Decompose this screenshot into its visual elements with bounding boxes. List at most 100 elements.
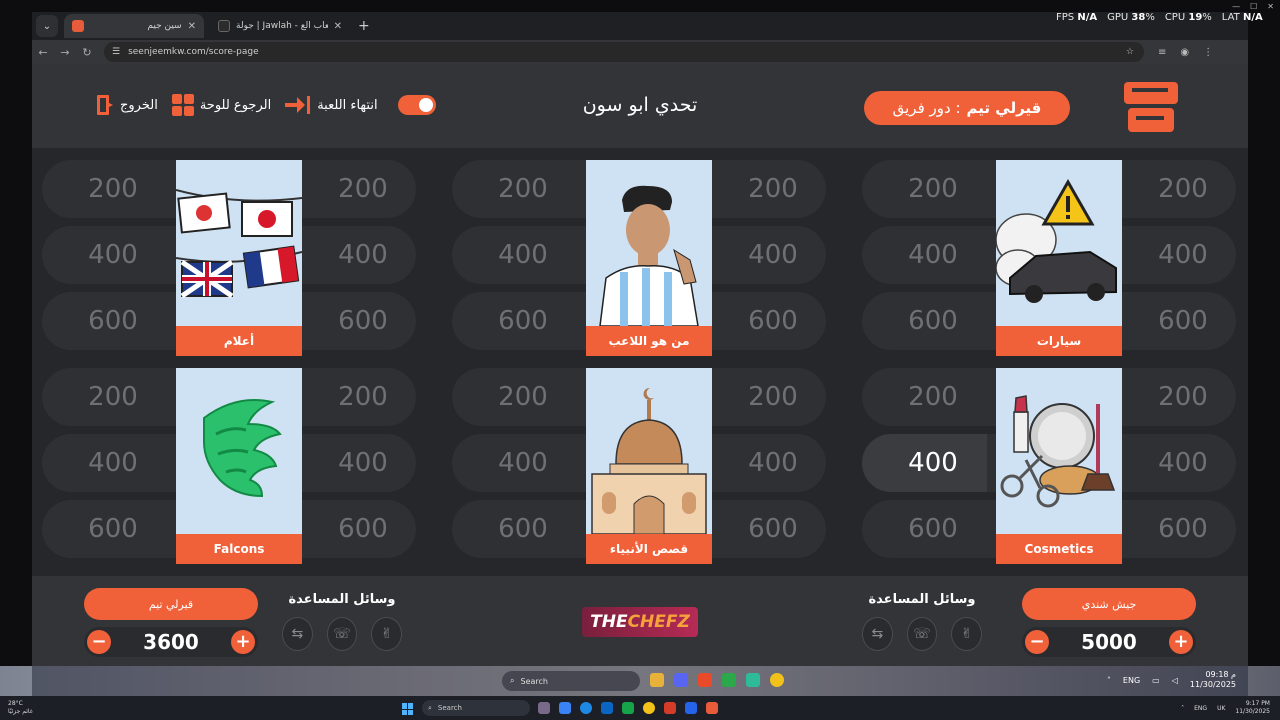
app-icon[interactable] (664, 702, 676, 714)
close-window-icon[interactable]: ✕ (1267, 2, 1274, 11)
reload-icon[interactable]: ↻ (76, 46, 98, 59)
points-200-right[interactable]: 200 (318, 160, 408, 218)
points-400-left[interactable]: 400 (478, 434, 568, 492)
timer-toggle[interactable] (397, 95, 436, 115)
two-answers-aid-icon[interactable]: ✌ (951, 617, 983, 651)
points-400-right[interactable]: 400 (318, 434, 408, 492)
points-600-right[interactable]: 600 (1138, 292, 1228, 350)
tab-search-chevron-icon[interactable]: ⌄ (36, 15, 58, 37)
windows-start-icon[interactable] (402, 703, 414, 715)
site-info-icon[interactable]: ☰ (112, 47, 120, 57)
back-arrow-icon[interactable]: ← (32, 46, 54, 59)
transfer-aid-icon[interactable]: ⇆ (862, 617, 893, 651)
exit-button[interactable]: الخروج (96, 94, 158, 116)
points-600-right[interactable]: 600 (318, 500, 408, 558)
points-200-left[interactable]: 200 (478, 160, 568, 218)
forward-arrow-icon[interactable]: → (54, 46, 76, 59)
inner-lang[interactable]: ENG (1123, 676, 1140, 685)
points-200-left[interactable]: 200 (68, 160, 158, 218)
team-left-plus-button[interactable]: + (230, 630, 255, 654)
xbox-app-icon[interactable] (622, 702, 634, 714)
back-to-board-button[interactable]: الرجوع للوحة (171, 94, 271, 116)
taskbar-lang[interactable]: ENG (1194, 705, 1207, 712)
volume-icon[interactable]: ◁ (1172, 676, 1178, 685)
tab-close-icon[interactable]: ✕ (188, 21, 196, 32)
new-tab-icon[interactable]: + (358, 18, 370, 34)
points-400-right[interactable]: 400 (728, 434, 818, 492)
points-200-left[interactable]: 200 (68, 368, 158, 426)
points-600-left[interactable]: 600 (888, 292, 978, 350)
address-bar[interactable]: ☰ seenjeemkw.com/score-page ☆ (104, 42, 1144, 62)
points-600-left[interactable]: 600 (68, 500, 158, 558)
points-600-right[interactable]: 600 (318, 292, 408, 350)
phone-aid-icon[interactable]: ☏ (326, 617, 358, 651)
brave-app-icon[interactable] (698, 673, 712, 687)
points-600-right[interactable]: 600 (1138, 500, 1228, 558)
category-card[interactable]: من هو اللاعب (586, 160, 712, 356)
points-600-right[interactable]: 600 (728, 292, 818, 350)
team-right-minus-button[interactable]: − (1025, 630, 1049, 654)
points-400-left[interactable]: 400 (68, 226, 158, 284)
chrome-app-icon[interactable] (770, 673, 784, 687)
category-card[interactable]: سيارات (996, 160, 1122, 356)
team-right-plus-button[interactable]: + (1168, 630, 1193, 654)
points-200-left[interactable]: 200 (478, 368, 568, 426)
points-400-left[interactable]: 400 (478, 226, 568, 284)
category-card[interactable]: أعلام (176, 160, 302, 356)
taskbar-clock[interactable]: 9:17 PM 11/30/2025 (1235, 700, 1270, 716)
points-600-left[interactable]: 600 (478, 292, 568, 350)
discord-app-icon[interactable] (674, 673, 688, 687)
app-icon[interactable] (685, 702, 697, 714)
points-200-right[interactable]: 200 (728, 160, 818, 218)
network-icon[interactable]: ▭ (1152, 676, 1160, 685)
widget-app-icon[interactable] (538, 702, 550, 714)
end-game-button[interactable]: انتهاء اللعبة (285, 95, 378, 115)
points-600-left[interactable]: 600 (888, 500, 978, 558)
category-card[interactable]: قصص الأنبياء (586, 368, 712, 564)
points-200-right[interactable]: 200 (318, 368, 408, 426)
explorer-app-icon[interactable] (559, 702, 571, 714)
outlook-app-icon[interactable] (601, 702, 613, 714)
points-600-left[interactable]: 600 (478, 500, 568, 558)
points-400-left[interactable]: 400 (68, 434, 158, 492)
weather-widget[interactable]: 28°C غائم جزئيًا (8, 700, 33, 716)
xbox-app-icon[interactable] (722, 673, 736, 687)
points-200-right[interactable]: 200 (1138, 368, 1228, 426)
edge-app-icon[interactable] (580, 702, 592, 714)
chevron-up-icon[interactable]: ˄ (1107, 676, 1111, 685)
points-200-left[interactable]: 200 (888, 368, 978, 426)
points-400-left[interactable]: 400 (888, 226, 978, 284)
browser-tab-active[interactable]: سين جيم ✕ (64, 14, 204, 38)
points-600-right[interactable]: 600 (728, 500, 818, 558)
transfer-aid-icon[interactable]: ⇆ (282, 617, 313, 651)
two-answers-aid-icon[interactable]: ✌ (371, 617, 403, 651)
category-card[interactable]: Cosmetics (996, 368, 1122, 564)
browser-tab-inactive[interactable]: جولة | Jawlah - منصة الألعاب الع ✕ (210, 14, 350, 38)
points-400-right[interactable]: 400 (318, 226, 408, 284)
points-400-right[interactable]: 400 (1138, 226, 1228, 284)
points-400-right[interactable]: 400 (1138, 434, 1228, 492)
brave-app-icon[interactable] (706, 702, 718, 714)
bookmark-star-icon[interactable]: ☆ (1126, 47, 1134, 57)
inner-clock[interactable]: 09:18 م 11/30/2025 (1190, 670, 1236, 690)
points-400-right[interactable]: 400 (728, 226, 818, 284)
points-200-right[interactable]: 200 (1138, 160, 1228, 218)
store-app-icon[interactable] (746, 673, 760, 687)
points-600-left[interactable]: 600 (68, 292, 158, 350)
tab-close-icon[interactable]: ✕ (334, 21, 342, 32)
points-200-right[interactable]: 200 (728, 368, 818, 426)
media-control-icon[interactable]: ≡ (1158, 47, 1166, 58)
points-400-left-hover[interactable]: 400 (888, 434, 978, 492)
team-left-minus-button[interactable]: − (87, 630, 111, 654)
chrome-app-icon[interactable] (643, 702, 655, 714)
minimize-icon[interactable]: — (1232, 2, 1240, 11)
category-card[interactable]: Falcons (176, 368, 302, 564)
taskbar-search[interactable]: ⌕ Search (422, 700, 530, 716)
inner-taskbar-search[interactable]: ⌕ Search (502, 671, 640, 691)
maximize-icon[interactable]: ☐ (1250, 2, 1257, 11)
menu-kebab-icon[interactable]: ⋮ (1203, 47, 1213, 58)
profile-icon[interactable]: ◉ (1180, 47, 1189, 58)
phone-aid-icon[interactable]: ☏ (906, 617, 938, 651)
chevron-up-icon[interactable]: ˄ (1181, 705, 1184, 712)
points-200-left[interactable]: 200 (888, 160, 978, 218)
